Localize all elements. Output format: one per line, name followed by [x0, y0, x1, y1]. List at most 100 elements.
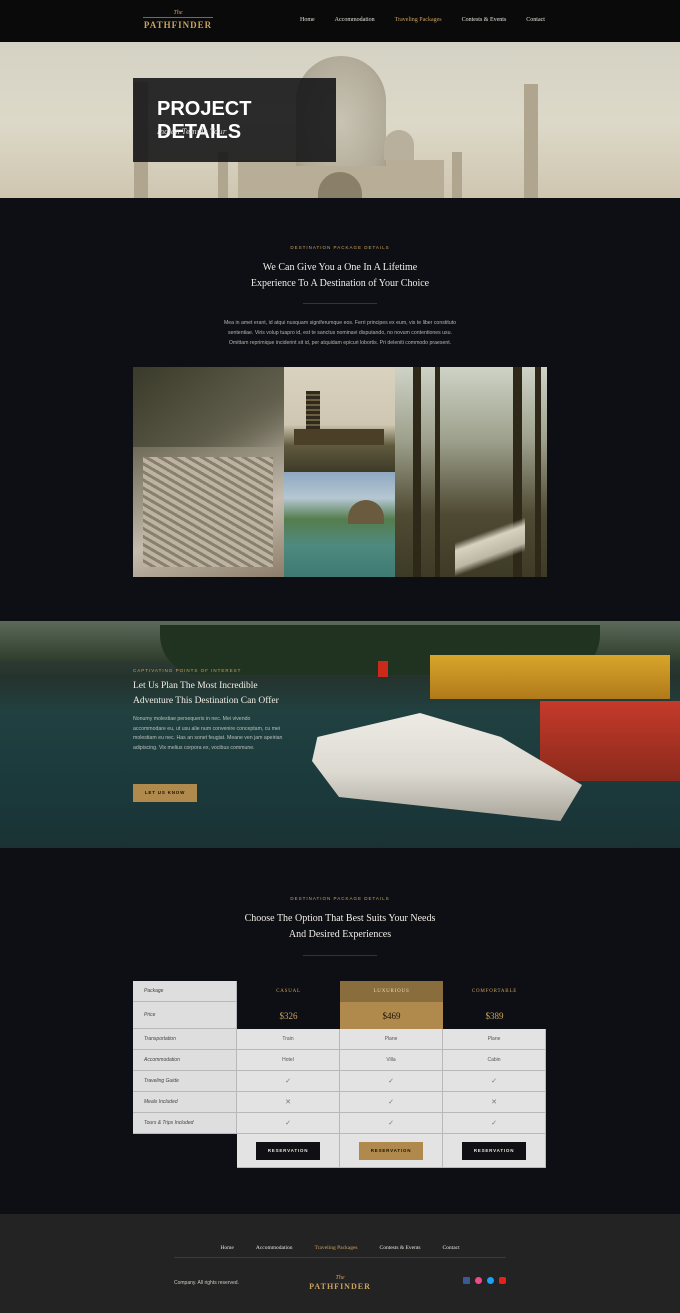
- image-ruins: [143, 457, 273, 567]
- nav-contact[interactable]: Contact: [526, 17, 545, 23]
- pricing-kicker: DESTINATION PACKAGE DETAILS: [290, 896, 390, 901]
- hero-title-box: PROJECT DETAILS Indian Temple Tour: [133, 78, 336, 162]
- table-row: Package CASUAL LUXURIOUS COMFORTABLE: [133, 981, 547, 1002]
- table-cell: Plane: [340, 1029, 443, 1050]
- nav-accommodation[interactable]: Accommodation: [335, 17, 375, 23]
- gallery-image-lagoon[interactable]: [284, 472, 395, 577]
- row-label-price: Price: [133, 1002, 237, 1029]
- pricing-title-line1: Choose The Option That Best Suits Your N…: [244, 913, 436, 924]
- banner-kicker: CAPTIVATING POINTS OF INTEREST: [133, 668, 242, 673]
- pricing-table: Package CASUAL LUXURIOUS COMFORTABLE Pri…: [133, 981, 547, 1168]
- gallery-image-pagoda-temple[interactable]: [284, 367, 395, 472]
- intro-paragraph: Mea in amet erant, id atqui nusquam sign…: [200, 318, 480, 348]
- footer-logo-the: The: [335, 1275, 345, 1281]
- image-hut: [348, 500, 384, 524]
- row-label-accommodation: Accommodation: [133, 1050, 237, 1071]
- reservation-button-casual[interactable]: RESERVATION: [256, 1141, 320, 1160]
- row-label-tours-trips: Tours & Trips Included: [133, 1113, 237, 1134]
- footer-link-accommodation[interactable]: Accommodation: [256, 1245, 293, 1251]
- cross-icon: ✕: [443, 1092, 546, 1113]
- image-path: [455, 517, 525, 577]
- intro-kicker: DESTINATION PACKAGE DETAILS: [290, 245, 390, 250]
- divider: [303, 955, 377, 956]
- empty-cell: [133, 1134, 237, 1155]
- minaret: [452, 152, 462, 198]
- table-cell: RESERVATION: [237, 1134, 340, 1168]
- footer-divider: [174, 1257, 506, 1258]
- dribbble-icon[interactable]: [475, 1277, 482, 1284]
- image-tree: [413, 367, 421, 577]
- table-row: Accommodation Hotel Villa Cabin: [133, 1050, 547, 1071]
- gallery-image-forest-path[interactable]: [395, 367, 547, 577]
- plan-name-luxurious: LUXURIOUS: [340, 981, 443, 1002]
- table-cell: Train: [237, 1029, 340, 1050]
- banner-pavilion: [540, 701, 680, 781]
- table-row: Price $326 $469 $389: [133, 1002, 547, 1029]
- table-cell: Villa: [340, 1050, 443, 1071]
- image-shrine: [294, 429, 384, 445]
- banner-title-line1: Let Us Plan The Most Incredible: [133, 681, 258, 691]
- let-us-know-button[interactable]: LET US KNOW: [133, 784, 197, 802]
- minaret: [524, 84, 538, 198]
- reservation-button-luxurious[interactable]: RESERVATION: [359, 1141, 423, 1160]
- plan-name-comfortable: COMFORTABLE: [443, 981, 546, 1002]
- page-subtitle: Indian Temple Tour: [157, 128, 227, 136]
- site-logo[interactable]: The PATHFINDER: [143, 10, 213, 30]
- check-icon: ✓: [237, 1113, 340, 1134]
- table-row: Traveling Guide ✓ ✓ ✓: [133, 1071, 547, 1092]
- temple-small-dome: [384, 130, 414, 160]
- main-menu: Home Accommodation Traveling Packages Co…: [300, 17, 565, 23]
- table-cell: RESERVATION: [443, 1134, 546, 1168]
- intro-paragraph-line3: Omittam reprimique inciderint sit id, pe…: [228, 340, 452, 346]
- check-icon: ✓: [340, 1071, 443, 1092]
- intro-title-line2: Experience To A Destination of Your Choi…: [250, 278, 430, 289]
- facebook-icon[interactable]: [463, 1277, 470, 1284]
- reservation-button-comfortable[interactable]: RESERVATION: [462, 1141, 526, 1160]
- table-row: Transportation Train Plane Plane: [133, 1029, 547, 1050]
- footer-link-contests-events[interactable]: Contests & Events: [380, 1245, 421, 1251]
- image-tree: [435, 367, 440, 577]
- row-label-transportation: Transportation: [133, 1029, 237, 1050]
- table-cell: Hotel: [237, 1050, 340, 1071]
- plan-name-casual: CASUAL: [237, 981, 340, 1002]
- footer-link-traveling-packages[interactable]: Traveling Packages: [315, 1245, 358, 1251]
- pricing-title-line2: And Desired Experiences: [288, 929, 392, 940]
- intro-paragraph-line2: sententiae. Viris volup tuapro id, est t…: [228, 330, 452, 336]
- footer-link-contact[interactable]: Contact: [443, 1245, 460, 1251]
- footer-menu: Home Accommodation Traveling Packages Co…: [0, 1236, 680, 1254]
- image-tree: [535, 367, 541, 577]
- table-cell: Cabin: [443, 1050, 546, 1071]
- cross-icon: ✕: [237, 1092, 340, 1113]
- footer-logo-name: PATHFINDER: [309, 1282, 371, 1291]
- image-rock: [133, 367, 284, 447]
- footer-logo[interactable]: The PATHFINDER: [306, 1275, 374, 1291]
- table-row: Meals Included ✕ ✓ ✕: [133, 1092, 547, 1113]
- banner-paragraph: Nonumy molestiae persequeris in nec. Mei…: [133, 716, 283, 751]
- check-icon: ✓: [443, 1113, 546, 1134]
- check-icon: ✓: [340, 1113, 443, 1134]
- copyright-text: Company. All rights reserved.: [174, 1280, 239, 1286]
- boat-lake-banner: [0, 621, 680, 848]
- row-label-package: Package: [133, 981, 237, 1002]
- plan-price-luxurious: $469: [340, 1002, 443, 1029]
- intro-title-line1: We Can Give You a One In A Lifetime: [262, 262, 418, 273]
- youtube-icon[interactable]: [499, 1277, 506, 1284]
- footer-link-home[interactable]: Home: [220, 1245, 233, 1251]
- pricing-title: Choose The Option That Best Suits Your N…: [0, 911, 680, 943]
- logo-name: PATHFINDER: [143, 17, 213, 30]
- social-links: [463, 1277, 506, 1284]
- gallery-image-mountain-ruins[interactable]: [133, 367, 284, 577]
- intro-title: We Can Give You a One In A Lifetime Expe…: [0, 260, 680, 292]
- row-label-traveling-guide: Traveling Guide: [133, 1071, 237, 1092]
- row-label-meals-included: Meals Included: [133, 1092, 237, 1113]
- check-icon: ✓: [443, 1071, 546, 1092]
- nav-contests-events[interactable]: Contests & Events: [462, 17, 507, 23]
- banner-title: Let Us Plan The Most Incredible Adventur…: [133, 679, 313, 709]
- divider: [303, 303, 377, 304]
- page-title: PROJECT DETAILS: [157, 98, 252, 143]
- footer: Home Accommodation Traveling Packages Co…: [0, 1214, 680, 1313]
- twitter-icon[interactable]: [487, 1277, 494, 1284]
- nav-home[interactable]: Home: [300, 17, 315, 23]
- nav-traveling-packages[interactable]: Traveling Packages: [395, 17, 442, 23]
- banner-pavilion-roof: [430, 655, 670, 699]
